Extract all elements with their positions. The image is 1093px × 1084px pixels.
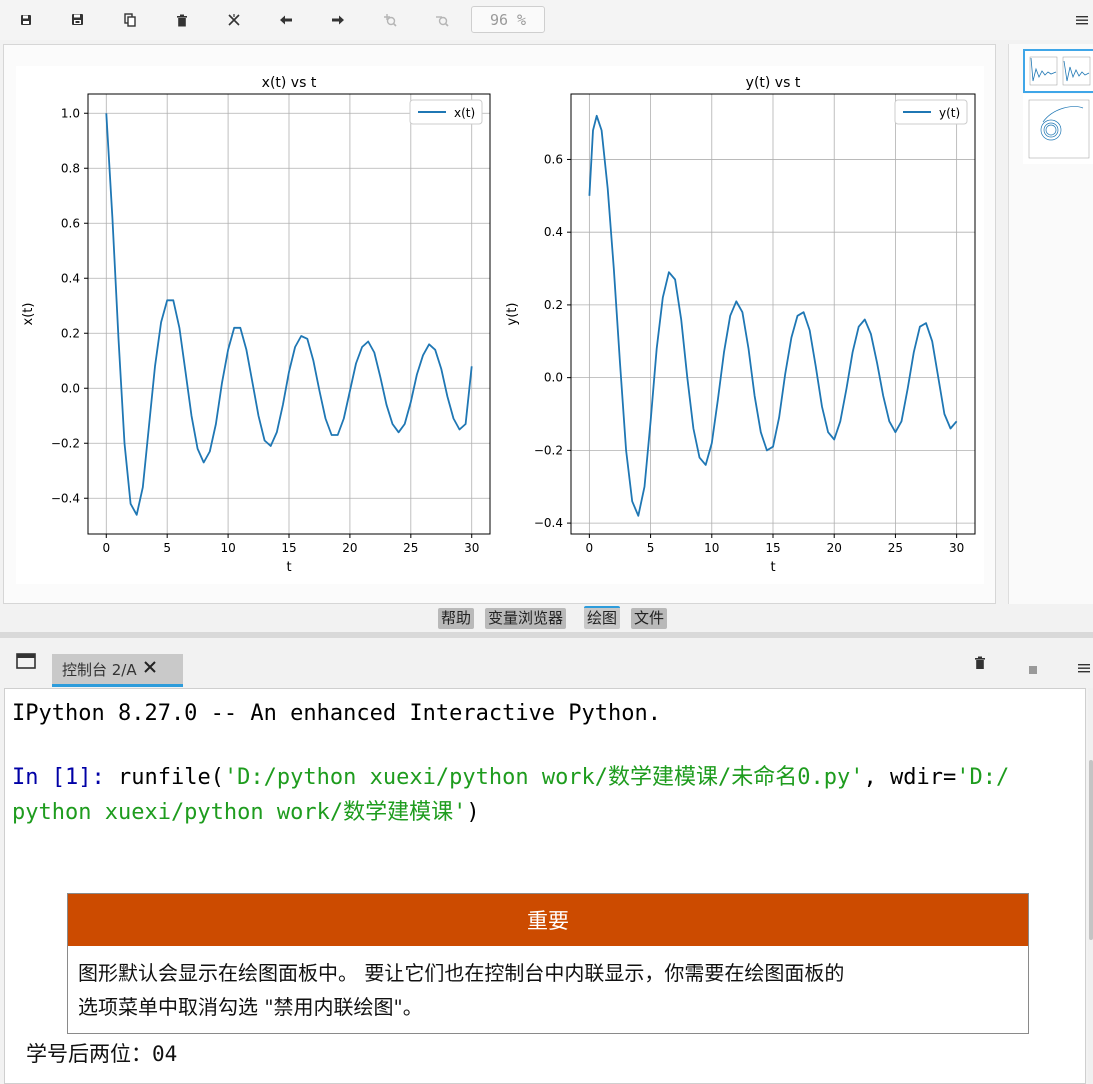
stop-icon[interactable]: [1029, 659, 1037, 678]
trash-icon[interactable]: [974, 655, 986, 674]
y-tick-label: 0.0: [544, 371, 563, 385]
save-icon[interactable]: [14, 8, 38, 32]
x-tick-label: 30: [464, 541, 479, 555]
y-tick-label: 0.4: [61, 271, 80, 285]
command-func: runfile(: [117, 765, 224, 790]
x-tick-label: 10: [704, 541, 719, 555]
console-menu-icon[interactable]: [1078, 658, 1090, 677]
x-tick-label: 5: [163, 541, 171, 555]
x-tick-label: 25: [403, 541, 418, 555]
thumbnail-current[interactable]: [1023, 49, 1093, 93]
input-line-1: In [1]: runfile('D:/python xuexi/python …: [12, 760, 1009, 795]
console-tab-label: 控制台 2/A: [62, 660, 137, 679]
thumbnail-phase-plot[interactable]: [1023, 94, 1093, 164]
y-axis-label: x(t): [21, 303, 36, 326]
delete-icon[interactable]: [170, 8, 194, 32]
figure-svg: 0 5 10 15 20 25 30 −0.4 −0.2 0.0 0.2 0.4 0.6 0.8 1.0 x(…: [21, 75, 976, 575]
forward-arrow-icon[interactable]: [326, 8, 350, 32]
important-callout: 重要 图形默认会显示在绘图面板中。 要让它们也在控制台中内联显示，你需要在绘图面…: [67, 893, 1029, 1034]
thumbnail-panel: [1008, 44, 1093, 604]
x-tick-label: 5: [647, 541, 655, 555]
x-tick-label: 10: [220, 541, 235, 555]
y-tick-label: 0.2: [61, 326, 80, 340]
y-tick-label: 0.8: [61, 161, 80, 175]
delete-all-icon[interactable]: [222, 8, 246, 32]
figure-canvas: 0 5 10 15 20 25 30 −0.4 −0.2 0.0 0.2 0.4 0.6 0.8 1.0 x(…: [16, 66, 984, 584]
x-tick-label: 20: [342, 541, 357, 555]
y-tick-label: 0.6: [61, 216, 80, 230]
tab-help[interactable]: 帮助: [438, 608, 475, 629]
callout-line-1: 图形默认会显示在绘图面板中。 要让它们也在控制台中内联显示，你需要在绘图面板的: [78, 961, 845, 985]
window-icon[interactable]: [16, 653, 36, 673]
copy-icon[interactable]: [118, 8, 142, 32]
command-close: ): [466, 800, 480, 825]
legend-label: x(t): [454, 106, 475, 120]
command-arg-wdir-start: 'D:/: [956, 765, 1010, 790]
command-arg-file: 'D:/python xuexi/python work/数学建模课/未命名0.…: [223, 765, 864, 790]
x-tick-label: 0: [586, 541, 594, 555]
tab-files[interactable]: 文件: [631, 608, 668, 629]
y-tick-label: −0.4: [51, 491, 80, 505]
menu-icon[interactable]: [1070, 8, 1093, 32]
console-tab[interactable]: 控制台 2/A: [52, 654, 183, 687]
callout-title: 重要: [68, 894, 1028, 946]
zoom-in-icon[interactable]: [378, 8, 402, 32]
x-axis-label: t: [770, 560, 775, 575]
y-tick-label: 0.6: [544, 152, 563, 166]
y-tick-label: −0.2: [534, 443, 563, 457]
x-tick-label: 25: [888, 541, 903, 555]
callout-line-2: 选项菜单中取消勾选 "禁用内联绘图"。: [78, 995, 423, 1019]
x-axis-label: t: [286, 560, 291, 575]
y-tick-label: 0.2: [544, 298, 563, 312]
chart-title: x(t) vs t: [262, 75, 317, 91]
command-arg-wdir-end: python xuexi/python work/数学建模课': [12, 800, 467, 825]
legend-label: y(t): [939, 106, 960, 120]
close-icon[interactable]: [143, 660, 157, 678]
y-tick-label: 0.4: [544, 225, 563, 239]
x-tick-label: 30: [949, 541, 964, 555]
output-label: 学号后两位：: [26, 1042, 152, 1066]
save-all-icon[interactable]: [66, 8, 90, 32]
command-sep: , wdir=: [863, 765, 957, 790]
input-prompt: In [1]:: [12, 765, 105, 790]
input-line-2: python xuexi/python work/数学建模课'): [12, 795, 480, 830]
x-tick-label: 15: [765, 541, 780, 555]
y-tick-label: 0.0: [61, 381, 80, 395]
x-tick-label: 20: [827, 541, 842, 555]
y-tick-label: −0.2: [51, 436, 80, 450]
x-tick-label: 0: [102, 541, 110, 555]
output-value: 04: [152, 1042, 178, 1066]
chart-title: y(t) vs t: [746, 75, 801, 91]
callout-body: 图形默认会显示在绘图面板中。 要让它们也在控制台中内联显示，你需要在绘图面板的 …: [68, 946, 1028, 1034]
tab-plots[interactable]: 绘图: [584, 606, 621, 629]
plots-toolbar: 96 %: [0, 0, 1093, 40]
back-arrow-icon[interactable]: [274, 8, 298, 32]
tab-variable-explorer[interactable]: 变量浏览器: [485, 608, 567, 629]
console-banner: IPython 8.27.0 -- An enhanced Interactiv…: [12, 701, 662, 726]
x-tick-label: 15: [281, 541, 296, 555]
zoom-out-icon[interactable]: [430, 8, 454, 32]
output-line: 学号后两位：04: [26, 1037, 177, 1071]
console-scroll-thumb[interactable]: [1089, 760, 1093, 940]
y-tick-label: 1.0: [61, 106, 80, 120]
y-axis-label: y(t): [505, 303, 520, 326]
y-tick-label: −0.4: [534, 516, 563, 530]
zoom-level-field[interactable]: 96 %: [471, 6, 545, 33]
